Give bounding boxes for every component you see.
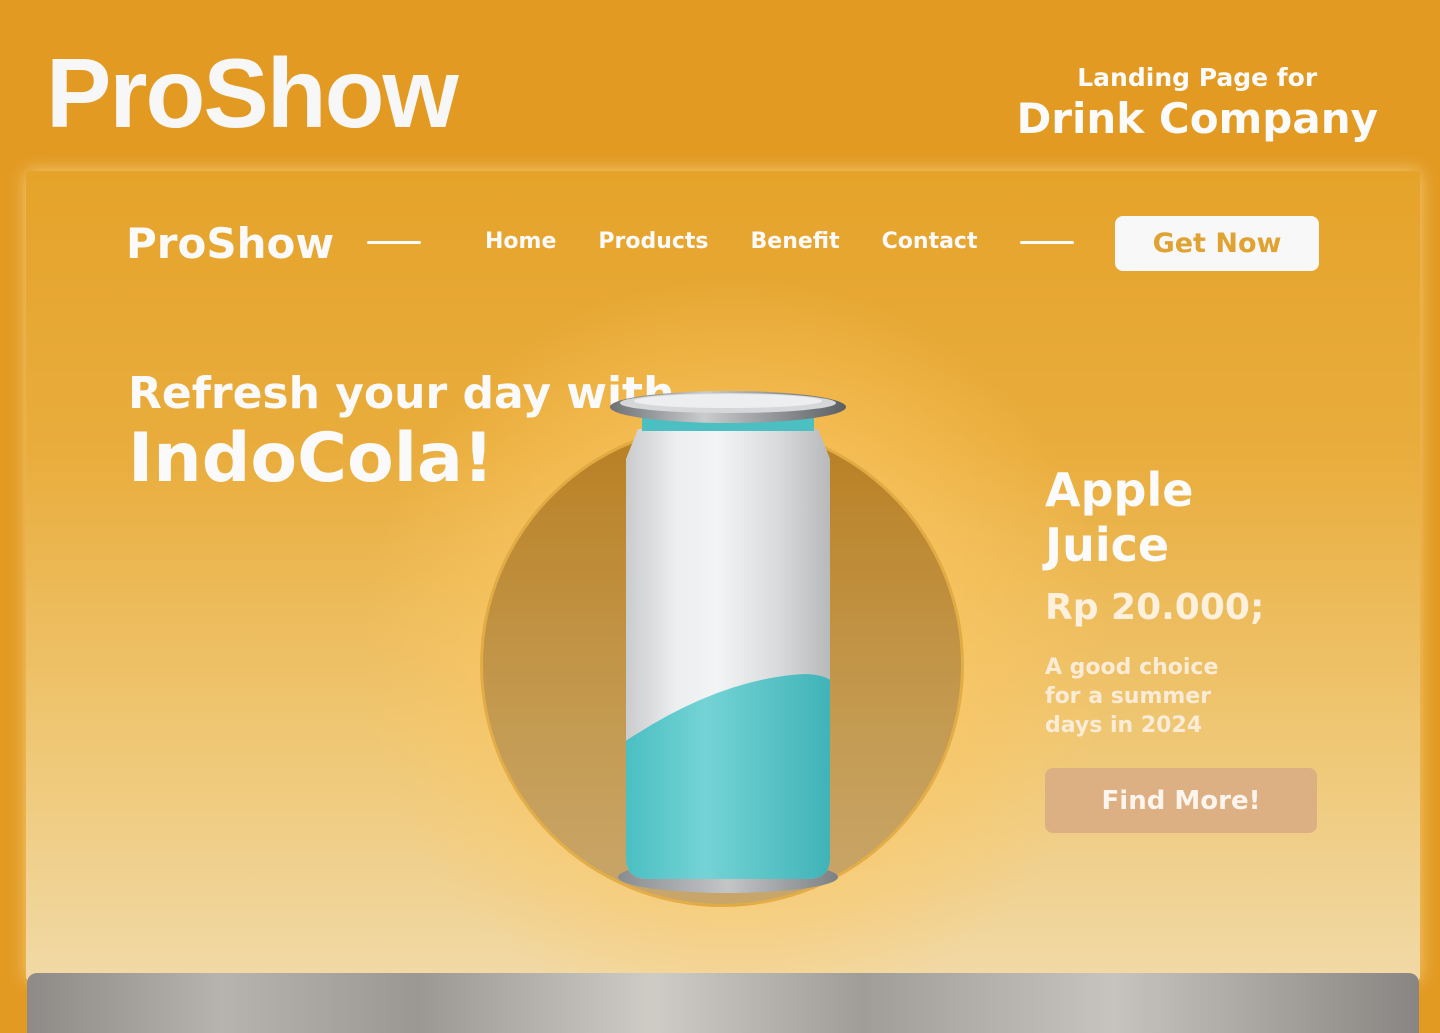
find-more-button[interactable]: Find More! [1045,768,1317,833]
hero-headline-line-1: Refresh your day with [128,368,675,419]
soda-can-image [610,391,846,893]
nav-logo[interactable]: ProShow [126,219,334,268]
next-section-preview [27,973,1419,1033]
subtitle-line-1: Landing Page for [1077,63,1318,92]
nav-link-benefit[interactable]: Benefit [751,229,840,254]
nav-divider-left [367,241,421,244]
nav-divider-right [1020,241,1074,244]
nav-menu: Home Products Benefit Contact [485,229,977,254]
nav-link-home[interactable]: Home [485,229,556,254]
product-description: A good choice for a summer days in 2024 [1045,655,1219,738]
product-info: Apple Juice Rp 20.000; A good choice for… [1045,463,1275,740]
landing-preview-frame: ProShow Home Products Benefit Contact Ge… [26,171,1420,981]
product-name: Apple Juice [1045,463,1194,573]
subtitle-line-2: Drink Company [1016,93,1378,143]
page-subtitle: Landing Page for Drink Company [1016,64,1378,144]
get-now-button[interactable]: Get Now [1115,216,1319,271]
nav-link-products[interactable]: Products [598,229,708,254]
nav-link-contact[interactable]: Contact [882,229,978,254]
page-title: ProShow [46,38,459,148]
product-price: Rp 20.000; [1045,587,1265,629]
